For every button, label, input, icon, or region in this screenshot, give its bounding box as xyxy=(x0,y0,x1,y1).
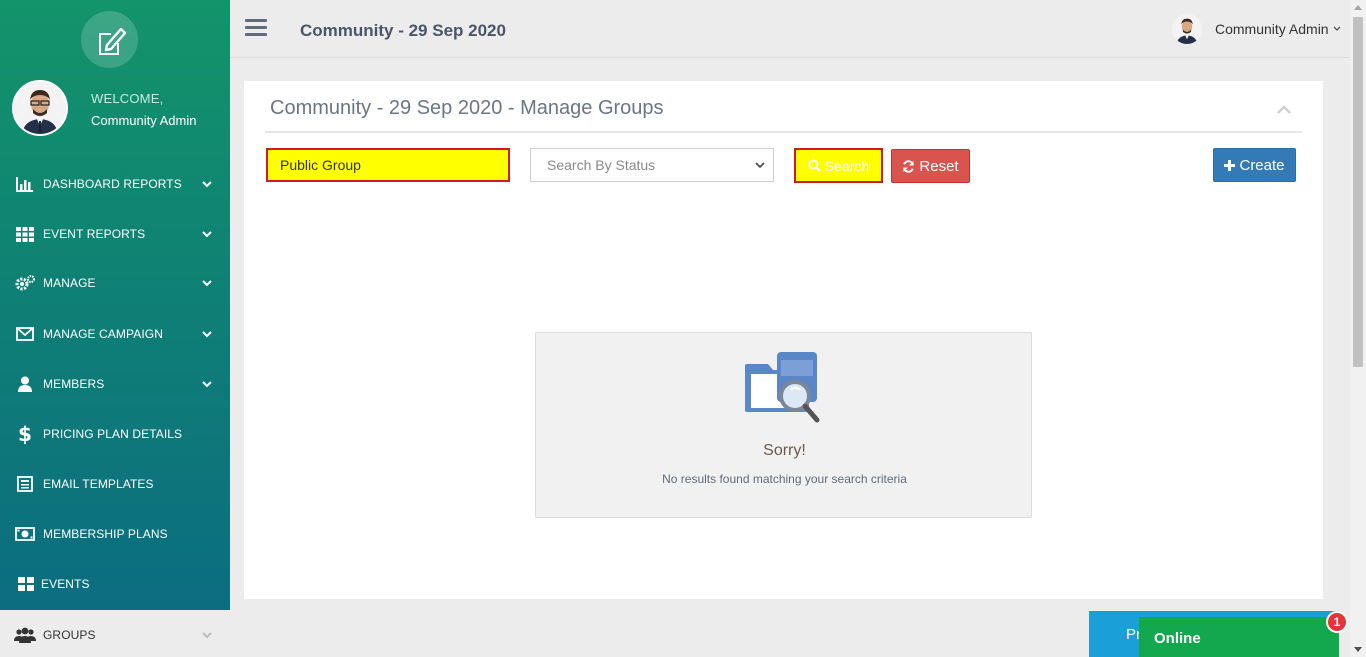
dollar-icon: $ xyxy=(18,422,32,446)
sidebar-item-email-templates[interactable]: EMAIL TEMPLATES xyxy=(0,459,230,509)
sidebar-item-manage[interactable]: MANAGE xyxy=(0,258,230,308)
user-avatar-icon xyxy=(1172,14,1202,44)
tiles-icon xyxy=(15,574,37,594)
chevron-down-icon xyxy=(202,175,212,193)
empty-state-message: No results found matching your search cr… xyxy=(662,472,907,486)
group-search-input[interactable] xyxy=(266,148,510,182)
search-button[interactable]: Search xyxy=(794,148,883,183)
search-icon xyxy=(808,159,821,172)
create-button-label: Create xyxy=(1239,156,1285,174)
sidebar-item-pricing-plan-details[interactable]: $ PRICING PLAN DETAILS xyxy=(0,409,230,459)
menu-toggle-icon[interactable] xyxy=(245,19,267,37)
sidebar-item-label: PRICING PLAN DETAILS xyxy=(43,427,183,441)
chevron-down-icon xyxy=(202,325,212,343)
edit-document-icon xyxy=(98,27,126,55)
avatar xyxy=(12,80,68,136)
gears-icon xyxy=(14,273,36,293)
reset-button-label: Reset xyxy=(919,157,959,175)
sidebar-item-label: GROUPS xyxy=(43,628,96,642)
reset-button[interactable]: Reset xyxy=(891,149,970,183)
sidebar-item-label: MANAGE CAMPAIGN xyxy=(43,327,163,341)
status-select-placeholder: Search By Status xyxy=(547,157,656,173)
refresh-icon xyxy=(902,159,915,173)
sidebar-item-label: EVENT REPORTS xyxy=(43,227,146,241)
chevron-down-icon xyxy=(202,274,212,292)
welcome-text: WELCOME, xyxy=(91,91,164,106)
folder-search-icon xyxy=(743,350,825,435)
top-header: Community - 29 Sep 2020 Community Admin xyxy=(230,0,1350,58)
status-select[interactable]: Search By Status xyxy=(530,148,774,182)
sidebar-item-label: MEMBERS xyxy=(43,377,105,391)
money-icon xyxy=(14,524,36,544)
sidebar: WELCOME, Community Admin DASHBOARD REPOR… xyxy=(0,0,230,657)
envelope-icon xyxy=(14,324,36,344)
chevron-up-icon[interactable] xyxy=(1277,101,1291,119)
online-chat-tab[interactable]: Online xyxy=(1139,617,1339,657)
sidebar-item-label: EMAIL TEMPLATES xyxy=(43,477,154,491)
user-menu[interactable]: Community Admin xyxy=(1172,14,1341,44)
sidebar-item-event-reports[interactable]: EVENT REPORTS xyxy=(0,209,230,259)
sidebar-item-members[interactable]: MEMBERS xyxy=(0,359,230,409)
scroll-up-icon[interactable] xyxy=(1354,5,1362,10)
plus-icon xyxy=(1224,159,1236,171)
chevron-down-icon xyxy=(202,626,212,644)
search-button-label: Search xyxy=(824,157,870,174)
welcome-user-name: Community Admin xyxy=(91,113,197,128)
sidebar-item-label: MANAGE xyxy=(43,276,96,290)
sidebar-item-label: EVENTS xyxy=(41,577,90,591)
sidebar-item-membership-plans[interactable]: MEMBERSHIP PLANS xyxy=(0,509,230,559)
sidebar-item-events[interactable]: EVENTS xyxy=(0,559,230,609)
page-title: Community - 29 Sep 2020 xyxy=(300,21,506,40)
create-button[interactable]: Create xyxy=(1213,148,1296,182)
notification-badge: 1 xyxy=(1326,611,1348,633)
template-icon xyxy=(14,474,36,494)
user-avatar-icon xyxy=(14,82,66,134)
divider xyxy=(265,131,1302,133)
chevron-down-icon xyxy=(202,225,212,243)
sidebar-item-groups[interactable]: GROUPS xyxy=(0,610,230,657)
user-icon xyxy=(14,374,36,394)
manage-groups-panel: Community - 29 Sep 2020 - Manage Groups … xyxy=(244,81,1323,599)
app-logo[interactable] xyxy=(81,11,138,68)
sidebar-item-label: MEMBERSHIP PLANS xyxy=(43,527,168,541)
panel-title: Community - 29 Sep 2020 - Manage Groups xyxy=(270,97,664,119)
empty-state-title: Sorry! xyxy=(763,442,806,459)
online-label: Online xyxy=(1154,630,1201,647)
sidebar-item-label: DASHBOARD REPORTS xyxy=(43,177,182,191)
empty-state: Sorry! No results found matching your se… xyxy=(535,332,1032,518)
sidebar-item-manage-campaign[interactable]: MANAGE CAMPAIGN xyxy=(0,309,230,359)
users-icon xyxy=(14,625,36,645)
user-name: Community Admin xyxy=(1215,21,1329,37)
scroll-down-icon[interactable] xyxy=(1354,647,1362,652)
chevron-down-icon xyxy=(1333,24,1341,35)
bar-chart-icon xyxy=(14,174,36,194)
avatar xyxy=(1172,14,1202,44)
grid-icon xyxy=(14,224,36,244)
sidebar-item-dashboard-reports[interactable]: DASHBOARD REPORTS xyxy=(0,159,230,209)
chevron-down-icon xyxy=(202,375,212,393)
chevron-down-icon xyxy=(755,158,765,175)
vertical-scrollbar[interactable] xyxy=(1350,0,1366,657)
scrollbar-thumb[interactable] xyxy=(1353,17,1363,367)
